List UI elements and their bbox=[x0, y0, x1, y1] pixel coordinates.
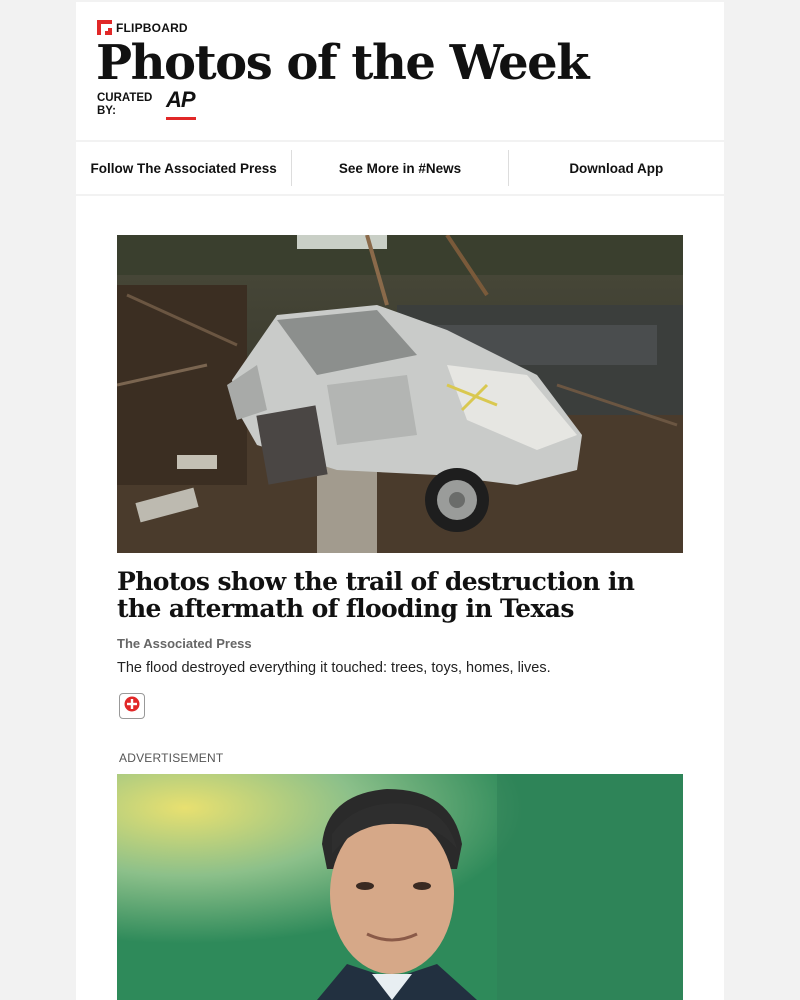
article-source[interactable]: The Associated Press bbox=[117, 636, 252, 651]
follow-link[interactable]: Follow The Associated Press bbox=[76, 161, 291, 176]
plus-icon bbox=[124, 696, 140, 717]
article-hero-image[interactable] bbox=[117, 235, 683, 553]
article-headline[interactable]: Photos show the trail of destruction in … bbox=[117, 568, 683, 622]
article-section: Photos show the trail of destruction in … bbox=[76, 196, 724, 1000]
ap-logo-text: AP bbox=[166, 87, 196, 112]
curated-by-label: CURATED BY: bbox=[97, 92, 153, 117]
download-app-link[interactable]: Download App bbox=[509, 161, 724, 176]
add-to-magazine-button[interactable] bbox=[119, 693, 145, 719]
newsletter-header: FLIPBOARD Photos of the Week CURATED BY: … bbox=[76, 2, 724, 140]
article-description: The flood destroyed everything it touche… bbox=[117, 660, 551, 676]
brand-name: FLIPBOARD bbox=[116, 20, 188, 35]
flipboard-brand[interactable]: FLIPBOARD bbox=[97, 20, 188, 35]
ap-logo-underline bbox=[166, 117, 196, 120]
see-more-link[interactable]: See More in #News bbox=[292, 161, 507, 176]
flipboard-logo-icon bbox=[97, 20, 112, 35]
ap-logo[interactable]: AP bbox=[166, 88, 198, 120]
advertisement-image[interactable] bbox=[117, 774, 683, 1000]
page-title: Photos of the Week bbox=[96, 35, 589, 91]
action-bar: Follow The Associated Press See More in … bbox=[76, 142, 724, 194]
advertisement-label: ADVERTISEMENT bbox=[119, 751, 224, 765]
